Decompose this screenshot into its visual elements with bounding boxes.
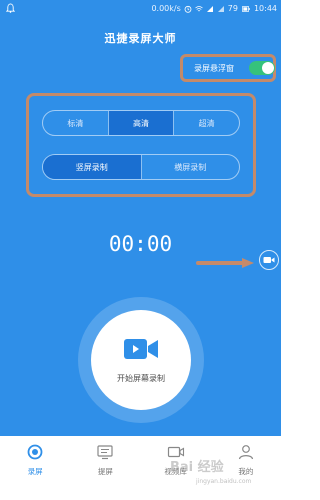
nav-label-profile: 我的 (238, 467, 254, 476)
notification-bell-icon (6, 3, 15, 13)
quality-option-ultra[interactable]: 超清 (174, 111, 239, 135)
alarm-icon (184, 5, 192, 13)
signal-icon (206, 5, 213, 12)
recording-timer: 00:00 (108, 232, 173, 256)
bottom-nav: 录屏 提屏 视频库 我的 (0, 436, 281, 500)
network-speed: 0.00k/s (151, 4, 181, 13)
camera-icon (263, 257, 275, 263)
floating-window-label: 录屏悬浮窗 (194, 64, 234, 73)
battery-icon (242, 5, 250, 12)
orientation-option-landscape[interactable]: 横屏录制 (142, 155, 240, 179)
start-recording-button[interactable]: 开始屏幕录制 (91, 310, 191, 410)
toggle-knob (262, 62, 274, 74)
video-camera-icon (124, 338, 158, 359)
nav-label-record: 录屏 (27, 467, 43, 476)
nav-item-screenshot[interactable]: 提屏 (70, 436, 140, 500)
signal-icon-2 (217, 5, 224, 12)
nav-item-record[interactable]: 录屏 (0, 436, 70, 500)
arrow-right-icon (196, 258, 254, 268)
status-bar: 0.00k/s 79 10:44 (0, 0, 281, 18)
settings-highlight (26, 93, 256, 197)
orientation-option-portrait[interactable]: 竖屏录制 (43, 155, 141, 179)
screen: 0.00k/s 79 10:44 迅捷录屏大师 录屏悬浮窗 标清 高清 超清 竖… (0, 0, 281, 500)
wifi-icon (194, 5, 203, 11)
watermark-url: jingyan.baidu.com (196, 478, 252, 485)
record-tab-icon (27, 444, 43, 460)
quality-option-hd[interactable]: 高清 (108, 111, 174, 135)
battery-level: 79 (227, 4, 238, 13)
camera-button[interactable] (259, 250, 279, 270)
floating-window-toggle[interactable] (249, 61, 275, 75)
app-title: 迅捷录屏大师 (104, 32, 177, 45)
screenshot-tab-icon (97, 445, 113, 460)
orientation-selector: 竖屏录制 横屏录制 (42, 154, 240, 180)
start-recording-label: 开始屏幕录制 (117, 373, 165, 383)
quality-option-sd[interactable]: 标清 (43, 111, 108, 135)
watermark: Bai 经验 (170, 460, 224, 475)
quality-selector: 标清 高清 超清 (42, 110, 240, 136)
clock: 10:44 (253, 4, 277, 13)
user-icon (238, 445, 253, 460)
status-right: 0.00k/s 79 10:44 (151, 4, 277, 13)
nav-label-screenshot: 提屏 (97, 467, 113, 476)
